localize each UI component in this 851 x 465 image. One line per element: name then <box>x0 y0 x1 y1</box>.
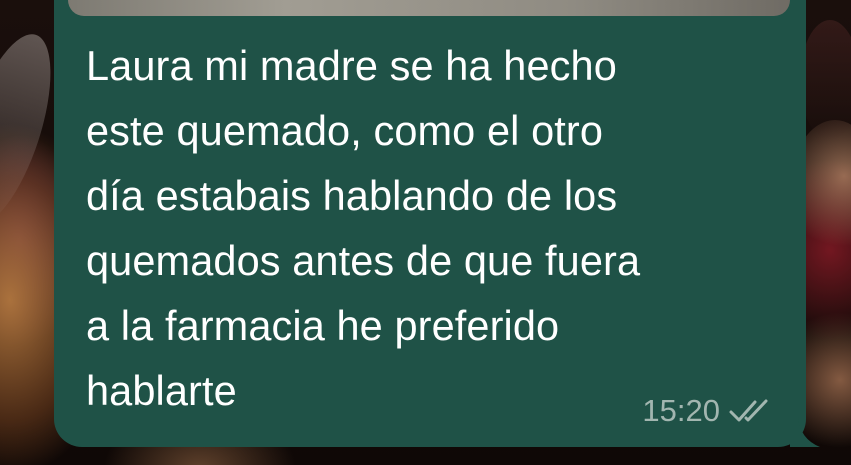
message-text: Laura mi madre se ha hecho este quemado,… <box>86 33 776 423</box>
bubble-tail <box>790 417 820 447</box>
message-line: día estabais hablando de los <box>86 172 618 219</box>
double-check-icon <box>728 397 774 425</box>
message-line: a la farmacia he preferido <box>86 302 560 349</box>
message-line: quemados antes de que fuera <box>86 237 641 284</box>
attached-image-preview[interactable] <box>68 0 790 16</box>
message-timestamp: 15:20 <box>642 393 720 428</box>
message-line: Laura mi madre se ha hecho <box>86 42 617 89</box>
message-line: este quemado, como el otro <box>86 107 604 154</box>
outgoing-message-bubble[interactable]: Laura mi madre se ha hecho este quemado,… <box>54 0 820 447</box>
message-meta: 15:20 <box>642 393 774 429</box>
wallpaper-shape <box>800 20 851 140</box>
